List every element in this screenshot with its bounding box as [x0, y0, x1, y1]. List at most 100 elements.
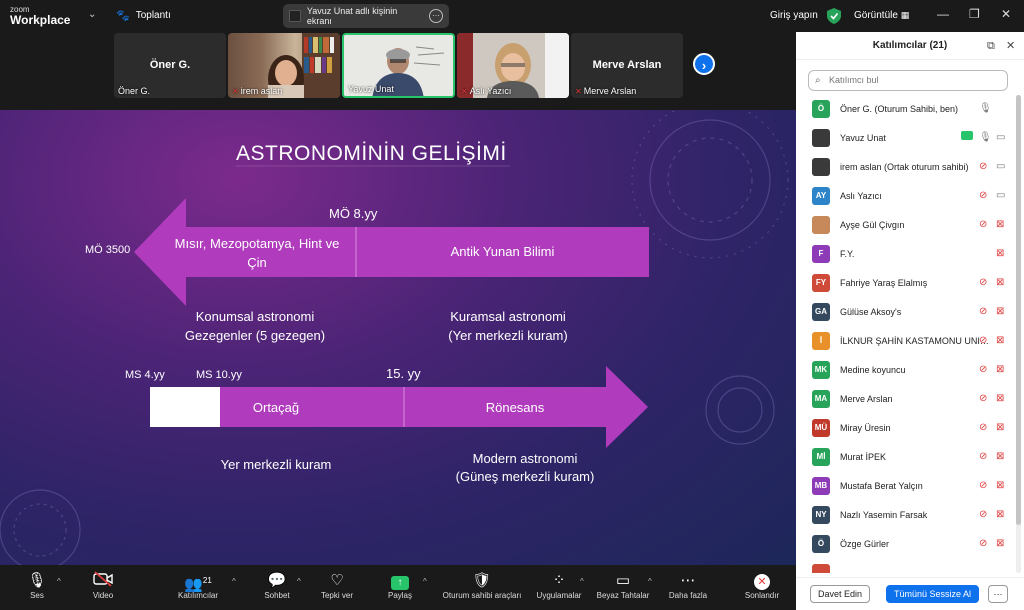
camera-icon[interactable]: ▭	[996, 160, 1005, 174]
participant-row[interactable]: Mİ Murat İPEK ⊘ ⊠	[796, 443, 1014, 472]
camera-off-icon[interactable]: ⊠	[996, 479, 1004, 493]
sharing-screen-icon	[961, 131, 973, 145]
participant-name: Miray Üresin	[840, 423, 891, 433]
mic-off-icon[interactable]: ⊘	[979, 218, 987, 232]
participants-button[interactable]: 👥21 Katılımcılar	[173, 571, 223, 600]
video-tile[interactable]: Merve Arslan ✕ Merve Arslan	[571, 33, 683, 98]
gunes-merkezli-text: (Güneş merkezli kuram)	[455, 469, 595, 484]
participant-row[interactable]: GA Gülüse Aksoy's ⊘ ⊠	[796, 298, 1014, 327]
invite-button[interactable]: Davet Edin	[810, 585, 870, 603]
mic-off-icon[interactable]: ⊘	[979, 160, 987, 174]
participant-list-scrollbar[interactable]	[1016, 95, 1021, 573]
camera-off-icon[interactable]: ⊠	[996, 218, 1004, 232]
camera-off-icon[interactable]: ⊠	[996, 450, 1004, 464]
view-label: Görüntüle	[854, 10, 898, 21]
search-icon: ⌕	[815, 75, 821, 86]
panel-more-button[interactable]: ···	[988, 585, 1008, 603]
camera-icon[interactable]: ▭	[996, 189, 1005, 203]
apps-button[interactable]: ⁘ Uygulamalar	[533, 571, 585, 600]
reactions-button[interactable]: ♡ Tepki ver	[316, 571, 358, 600]
close-button[interactable]: ✕	[1001, 7, 1011, 21]
microphone-icon[interactable]: 🎙	[979, 131, 992, 145]
video-tile-active-speaker[interactable]: Yavuz Unat	[342, 33, 455, 98]
mic-off-icon[interactable]: ⊘	[979, 450, 987, 464]
apps-options-caret[interactable]: ^	[580, 577, 584, 586]
whiteboards-options-caret[interactable]: ^	[648, 577, 652, 586]
video-button[interactable]: Video	[86, 571, 120, 600]
camera-off-icon[interactable]: ⊠	[996, 392, 1004, 406]
participant-row[interactable]: Ö Özge Gürler ⊘ ⊠	[796, 530, 1014, 559]
mic-off-icon[interactable]: ⊘	[979, 508, 987, 522]
pop-out-icon[interactable]: ⧉	[987, 32, 995, 60]
participant-row[interactable]: MK Medine koyuncu ⊘ ⊠	[796, 356, 1014, 385]
audio-button[interactable]: 🎙 Ses	[22, 571, 52, 600]
close-panel-icon[interactable]: ✕	[1006, 32, 1015, 60]
mic-off-icon[interactable]: ⊘	[979, 334, 987, 348]
mic-off-icon[interactable]: ⊘	[979, 305, 987, 319]
chat-options-caret[interactable]: ^	[297, 577, 301, 586]
participant-row[interactable]: Ayşe Gül Çivgın ⊘ ⊠	[796, 211, 1014, 240]
meeting-menu[interactable]: 🐾 Toplantı	[116, 9, 171, 22]
chat-button[interactable]: 💬 Sohbet	[259, 571, 295, 600]
share-options-caret[interactable]: ^	[423, 577, 427, 586]
microphone-icon[interactable]: 🎙	[979, 102, 992, 116]
avatar	[812, 129, 830, 147]
panel-footer: Davet Edin Tümünü Sessize Al ···	[796, 577, 1024, 610]
participant-row[interactable]: NY Nazlı Yasemin Farsak ⊘ ⊠	[796, 501, 1014, 530]
share-notice-pill[interactable]: Yavuz Unat adlı kişinin ekranı ···	[283, 4, 449, 28]
audio-options-caret[interactable]: ^	[57, 577, 61, 586]
host-tools-button[interactable]: 🛡 Oturum sahibi araçları	[438, 571, 526, 600]
participant-row[interactable]: MB Mustafa Berat Yalçın ⊘ ⊠	[796, 472, 1014, 501]
mic-off-icon[interactable]: ⊘	[979, 537, 987, 551]
participant-row[interactable]: İ İLKNUR ŞAHİN KASTAMONU UNIV... ⊘ ⊠	[796, 327, 1014, 356]
participant-name: Aslı Yazıcı	[840, 191, 882, 201]
camera-off-icon[interactable]: ⊠	[996, 508, 1004, 522]
mic-off-icon[interactable]: ⊘	[979, 421, 987, 435]
next-page-button[interactable]: ›	[693, 53, 715, 75]
participant-row[interactable]: FY Fahriye Yaraş Elalmış ⊘ ⊠	[796, 269, 1014, 298]
mic-off-icon[interactable]: ⊘	[979, 276, 987, 290]
camera-off-icon[interactable]: ⊠	[996, 305, 1004, 319]
participant-row[interactable]: Ö Öner G. (Oturum Sahibi, ben) 🎙	[796, 95, 1014, 124]
participant-row[interactable]: MÜ Miray Üresin ⊘ ⊠	[796, 414, 1014, 443]
participant-search-input[interactable]: ⌕ Katılımcı bul	[808, 70, 1008, 91]
participant-row[interactable]	[796, 559, 1014, 573]
slide-title: ASTRONOMİNİN GELİŞİMİ	[236, 142, 507, 165]
video-label-text: Yavuz Unat	[348, 84, 394, 94]
participant-name: irem aslan (Ortak oturum sahibi)	[840, 162, 969, 172]
camera-off-icon[interactable]: ⊠	[996, 363, 1004, 377]
shield-icon[interactable]	[827, 8, 841, 24]
more-button[interactable]: ⋯ Daha fazla	[666, 571, 710, 600]
login-link[interactable]: Giriş yapın	[770, 10, 818, 21]
mic-off-icon[interactable]: ⊘	[979, 479, 987, 493]
whiteboards-button[interactable]: ▭ Beyaz Tahtalar	[594, 571, 652, 600]
participant-row[interactable]: irem aslan (Ortak oturum sahibi) ⊘ ▭	[796, 153, 1014, 182]
end-meeting-button[interactable]: ✕ Sonlandır	[740, 571, 784, 600]
video-tile[interactable]: ✕ Aslı Yazıcı	[457, 33, 569, 98]
mic-off-icon: ✕	[232, 86, 239, 96]
avatar: İ	[812, 332, 830, 350]
participant-row[interactable]: F F.Y. ⊠	[796, 240, 1014, 269]
more-options-icon[interactable]: ···	[429, 9, 443, 23]
mic-off-icon[interactable]: ⊘	[979, 392, 987, 406]
view-menu[interactable]: Görüntüle ▦	[854, 10, 909, 21]
mute-all-button[interactable]: Tümünü Sessize Al	[886, 585, 979, 603]
camera-off-icon[interactable]: ⊠	[996, 276, 1004, 290]
camera-off-icon[interactable]: ⊠	[996, 421, 1004, 435]
video-tile[interactable]: Öner G. Öner G.	[114, 33, 226, 98]
video-tile[interactable]: ✕ irem aslan	[228, 33, 340, 98]
participants-options-caret[interactable]: ^	[232, 577, 236, 586]
chevron-down-icon[interactable]: ⌄	[88, 9, 96, 20]
participant-row[interactable]: MA Merve Arslan ⊘ ⊠	[796, 385, 1014, 414]
minimize-button[interactable]: —	[937, 7, 949, 21]
participant-row[interactable]: Yavuz Unat 🎙 ▭	[796, 124, 1014, 153]
mic-off-icon[interactable]: ⊘	[979, 363, 987, 377]
mic-off-icon[interactable]: ⊘	[979, 189, 987, 203]
camera-off-icon[interactable]: ⊠	[996, 537, 1004, 551]
camera-icon[interactable]: ▭	[996, 131, 1005, 145]
restore-button[interactable]: ❐	[969, 7, 980, 21]
participant-row[interactable]: AY Aslı Yazıcı ⊘ ▭	[796, 182, 1014, 211]
share-button[interactable]: ↑ Paylaş	[384, 571, 416, 600]
camera-off-icon[interactable]: ⊠	[996, 334, 1004, 348]
camera-off-icon[interactable]: ⊠	[996, 247, 1004, 261]
